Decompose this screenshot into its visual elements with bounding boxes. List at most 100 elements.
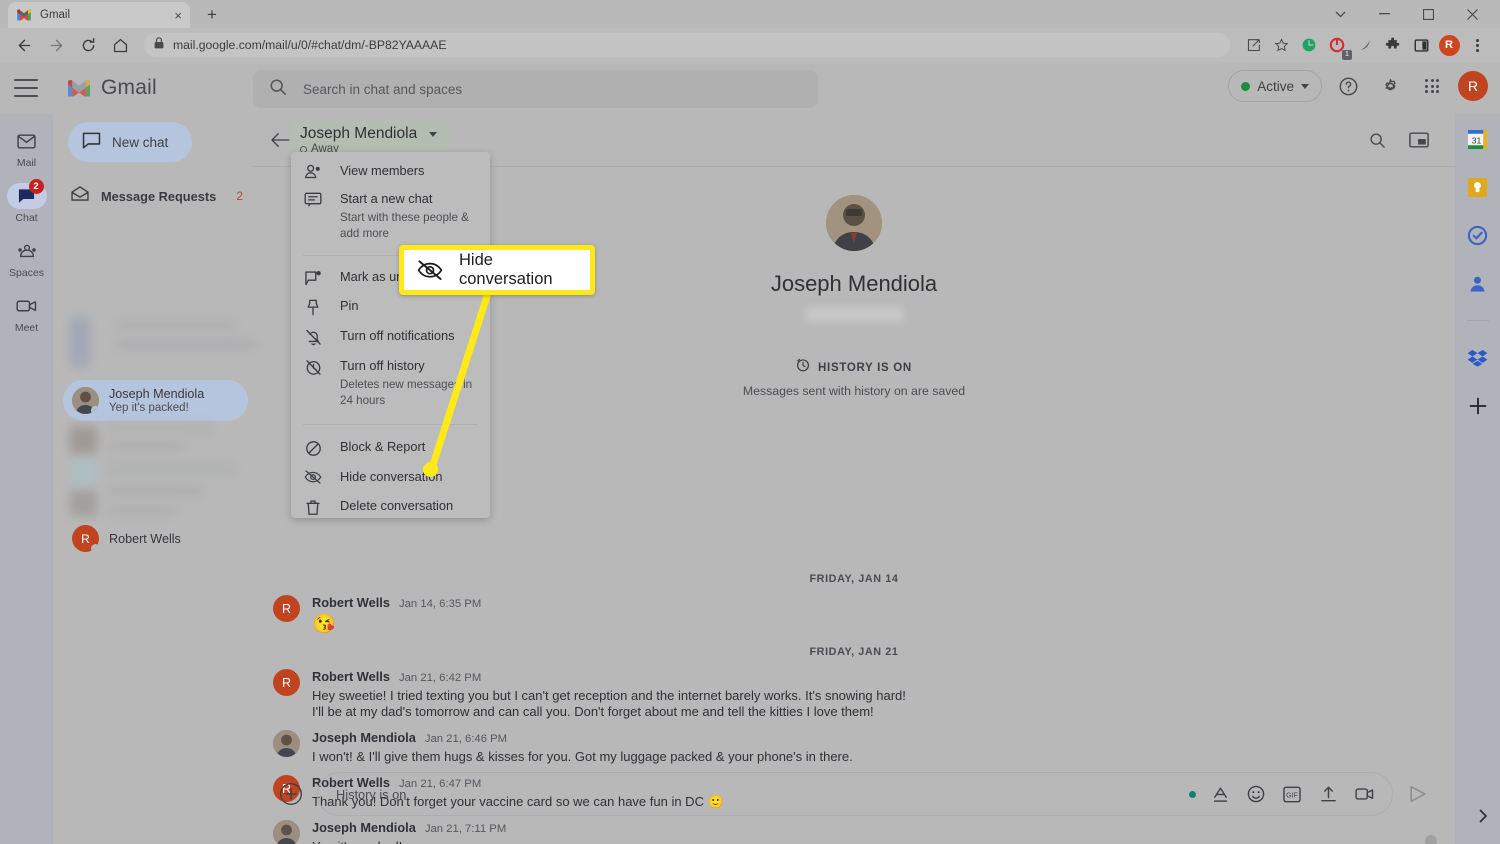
window-controls — [1318, 0, 1494, 28]
menu-item-hide-conversation[interactable]: Hide conversation — [291, 457, 490, 486]
gmail-logo[interactable]: Gmail — [66, 76, 157, 100]
upload-file-icon[interactable] — [1318, 784, 1338, 804]
gmail-app: Gmail Search in chat and spaces Active R… — [0, 62, 1500, 844]
search-input[interactable]: Search in chat and spaces — [253, 70, 818, 108]
chevron-right-icon[interactable] — [1476, 809, 1490, 828]
menu-label: Turn off notifications — [340, 328, 455, 344]
gmail-m-icon — [66, 78, 92, 98]
sidebar-item-meet[interactable]: Meet — [0, 279, 53, 334]
minimize-icon[interactable] — [1362, 0, 1406, 28]
meet-camera-icon — [7, 293, 47, 319]
google-contacts-icon[interactable] — [1467, 272, 1489, 294]
callout-label: Hide conversation — [459, 251, 553, 288]
profile-name: Joseph Mendiola — [770, 271, 938, 296]
redacted-chat-row[interactable] — [63, 424, 243, 520]
kebab-menu[interactable] — [1464, 32, 1490, 58]
sidebar-item-chat[interactable]: 2 Chat — [0, 169, 53, 224]
new-tab-button[interactable]: + — [202, 5, 222, 25]
status-chip-active[interactable]: Active — [1228, 70, 1322, 102]
day-divider: FRIDAY, JAN 21 — [809, 646, 899, 658]
format-text-icon[interactable] — [1210, 784, 1230, 804]
gif-icon[interactable]: GIF — [1282, 784, 1302, 804]
chat-bubble-icon: 2 — [6, 179, 47, 209]
message-input[interactable]: History is on GIF — [317, 772, 1393, 816]
close-icon[interactable]: × — [174, 9, 182, 22]
list-item-name: Joseph Mendiola — [109, 387, 205, 401]
tab-search-chevron-icon[interactable] — [1318, 0, 1362, 28]
gmail-wordmark: Gmail — [101, 76, 157, 99]
extension-dark-icon[interactable] — [1352, 32, 1378, 58]
new-chat-button[interactable]: New chat — [68, 122, 192, 162]
menu-label: Block & Report — [340, 439, 426, 455]
reload-icon[interactable] — [74, 31, 102, 59]
chevron-down-icon[interactable] — [429, 131, 438, 137]
address-bar[interactable]: mail.google.com/mail/u/0/#chat/dm/-BP82Y… — [144, 33, 1230, 57]
dropbox-icon[interactable] — [1467, 347, 1489, 369]
redacted-chat-row[interactable] — [63, 312, 256, 370]
bell-off-icon — [303, 327, 323, 346]
avatar-initial: R — [281, 601, 292, 616]
presence-indicator — [91, 544, 99, 552]
forward-icon[interactable] — [42, 31, 70, 59]
browser-tab-gmail[interactable]: Gmail × — [8, 2, 190, 28]
profile-email-redacted — [805, 307, 903, 322]
gear-icon[interactable] — [1374, 70, 1406, 102]
history-on-dot — [1189, 790, 1196, 798]
puzzle-icon[interactable] — [1380, 32, 1406, 58]
google-tasks-icon[interactable] — [1467, 224, 1489, 246]
account-avatar[interactable]: R — [1458, 71, 1488, 101]
history-subtext: Messages sent with history on are saved — [742, 384, 966, 398]
menu-divider — [303, 424, 478, 426]
spaces-people-icon — [7, 238, 47, 264]
send-icon[interactable] — [1405, 781, 1431, 807]
list-item-name: Robert Wells — [109, 531, 181, 546]
menu-item-start-new-chat[interactable]: Start a new chat Start with these people… — [291, 180, 490, 241]
people-icon — [303, 162, 323, 179]
list-item[interactable]: Joseph Mendiola Yep it's packed! — [63, 380, 248, 421]
sidebar-item-mail[interactable]: Mail — [0, 114, 53, 169]
help-icon[interactable] — [1332, 70, 1364, 102]
google-calendar-icon[interactable]: 31 — [1467, 128, 1489, 150]
menu-item-delete-conversation[interactable]: Delete conversation — [291, 486, 490, 516]
share-icon[interactable] — [1240, 32, 1266, 58]
sidebar-label-mail: Mail — [16, 157, 37, 169]
extension-green-icon[interactable] — [1296, 32, 1322, 58]
plus-icon[interactable] — [1467, 395, 1489, 417]
back-icon[interactable] — [10, 31, 38, 59]
message-requests-label: Message Requests — [101, 188, 217, 204]
menu-item-turn-off-history[interactable]: Turn off history Deletes new messages in… — [291, 346, 490, 408]
chevron-down-icon — [1301, 83, 1309, 89]
list-item[interactable]: R Robert Wells — [63, 518, 248, 559]
search-icon — [269, 78, 287, 101]
home-icon[interactable] — [106, 31, 134, 59]
message-time: Jan 21, 6:46 PM — [424, 733, 508, 745]
apps-grid-icon[interactable] — [1416, 70, 1448, 102]
avatar: R — [273, 595, 300, 622]
video-meeting-icon[interactable] — [1354, 784, 1374, 804]
bookmark-star-icon[interactable] — [1268, 32, 1294, 58]
extension-red-badge-icon[interactable]: 1 — [1324, 32, 1352, 60]
main-menu-icon[interactable] — [14, 79, 38, 97]
menu-sublabel: Deletes new messages in 24 hours — [340, 378, 473, 407]
sidebar-item-spaces[interactable]: Spaces — [0, 224, 53, 279]
sidepanel-icon[interactable] — [1408, 32, 1434, 58]
maximize-icon[interactable] — [1406, 0, 1450, 28]
emoji-icon[interactable] — [1246, 784, 1266, 804]
message-item: Joseph Mendiola Jan 21, 7:11 PM Yep it's… — [273, 820, 1423, 844]
tab-strip: Gmail × + — [0, 0, 1500, 28]
message-time: Jan 21, 6:42 PM — [398, 672, 482, 684]
menu-item-turn-off-notifications[interactable]: Turn off notifications — [291, 316, 490, 346]
callout-pointer-dot — [423, 462, 438, 477]
menu-item-block-and-report[interactable]: Block & Report — [291, 434, 490, 457]
search-in-conversation-icon[interactable] — [1363, 126, 1391, 154]
profile-avatar[interactable]: R — [1436, 32, 1462, 58]
svg-text:31: 31 — [1472, 135, 1482, 145]
open-in-new-window-icon[interactable] — [1405, 126, 1433, 154]
presence-indicator — [91, 406, 99, 414]
add-attachment-icon[interactable] — [277, 780, 305, 808]
menu-item-view-members[interactable]: View members — [291, 152, 490, 180]
message-requests-header[interactable]: Message Requests 2 — [71, 186, 251, 206]
google-keep-icon[interactable] — [1467, 176, 1489, 198]
close-window-icon[interactable] — [1450, 0, 1494, 28]
gmail-header: Gmail Search in chat and spaces Active R — [0, 62, 1500, 114]
